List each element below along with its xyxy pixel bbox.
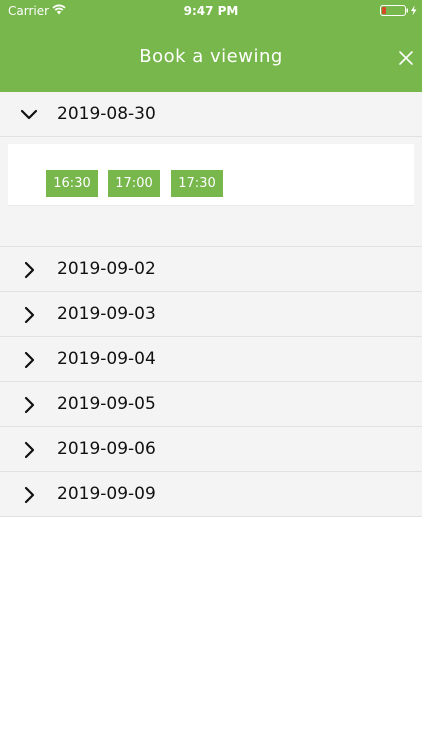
date-row[interactable]: 2019-09-06 <box>0 427 422 472</box>
chevron-right-icon <box>24 486 35 504</box>
dates-list: 2019-08-30 16:30 17:00 17:30 2019-09-02 … <box>0 92 422 517</box>
chevron-right-icon <box>24 441 35 459</box>
navigation-bar: Book a viewing <box>0 22 422 92</box>
date-label: 2019-09-06 <box>57 439 156 459</box>
page-title: Book a viewing <box>139 46 283 67</box>
time-slot-button[interactable]: 17:30 <box>171 170 223 197</box>
date-row-expanded[interactable]: 2019-08-30 <box>0 92 422 137</box>
date-label: 2019-09-02 <box>57 259 156 279</box>
date-row[interactable]: 2019-09-05 <box>0 382 422 427</box>
time-slots-panel: 16:30 17:00 17:30 <box>0 137 422 247</box>
date-row[interactable]: 2019-09-04 <box>0 337 422 382</box>
date-label: 2019-08-30 <box>57 104 156 124</box>
battery-icon <box>380 5 417 16</box>
chevron-right-icon <box>24 396 35 414</box>
app-screen: Carrier 9:47 PM Book a viewing 2019-08-3… <box>0 0 422 750</box>
status-bar: Carrier 9:47 PM <box>0 0 422 22</box>
close-icon[interactable] <box>398 50 414 66</box>
chevron-right-icon <box>24 306 35 324</box>
date-row[interactable]: 2019-09-02 <box>0 247 422 292</box>
chevron-down-icon <box>20 109 38 120</box>
date-row[interactable]: 2019-09-09 <box>0 472 422 517</box>
date-label: 2019-09-04 <box>57 349 156 369</box>
time-slot-button[interactable]: 16:30 <box>46 170 98 197</box>
status-time: 9:47 PM <box>183 4 239 18</box>
chevron-right-icon <box>24 261 35 279</box>
date-label: 2019-09-03 <box>57 304 156 324</box>
time-slots-card: 16:30 17:00 17:30 <box>8 144 414 206</box>
date-row[interactable]: 2019-09-03 <box>0 292 422 337</box>
date-label: 2019-09-05 <box>57 394 156 414</box>
time-slot-button[interactable]: 17:00 <box>108 170 160 197</box>
charging-bolt-icon <box>411 5 417 16</box>
date-label: 2019-09-09 <box>57 484 156 504</box>
chevron-right-icon <box>24 351 35 369</box>
header-bar: Carrier 9:47 PM Book a viewing <box>0 0 422 92</box>
